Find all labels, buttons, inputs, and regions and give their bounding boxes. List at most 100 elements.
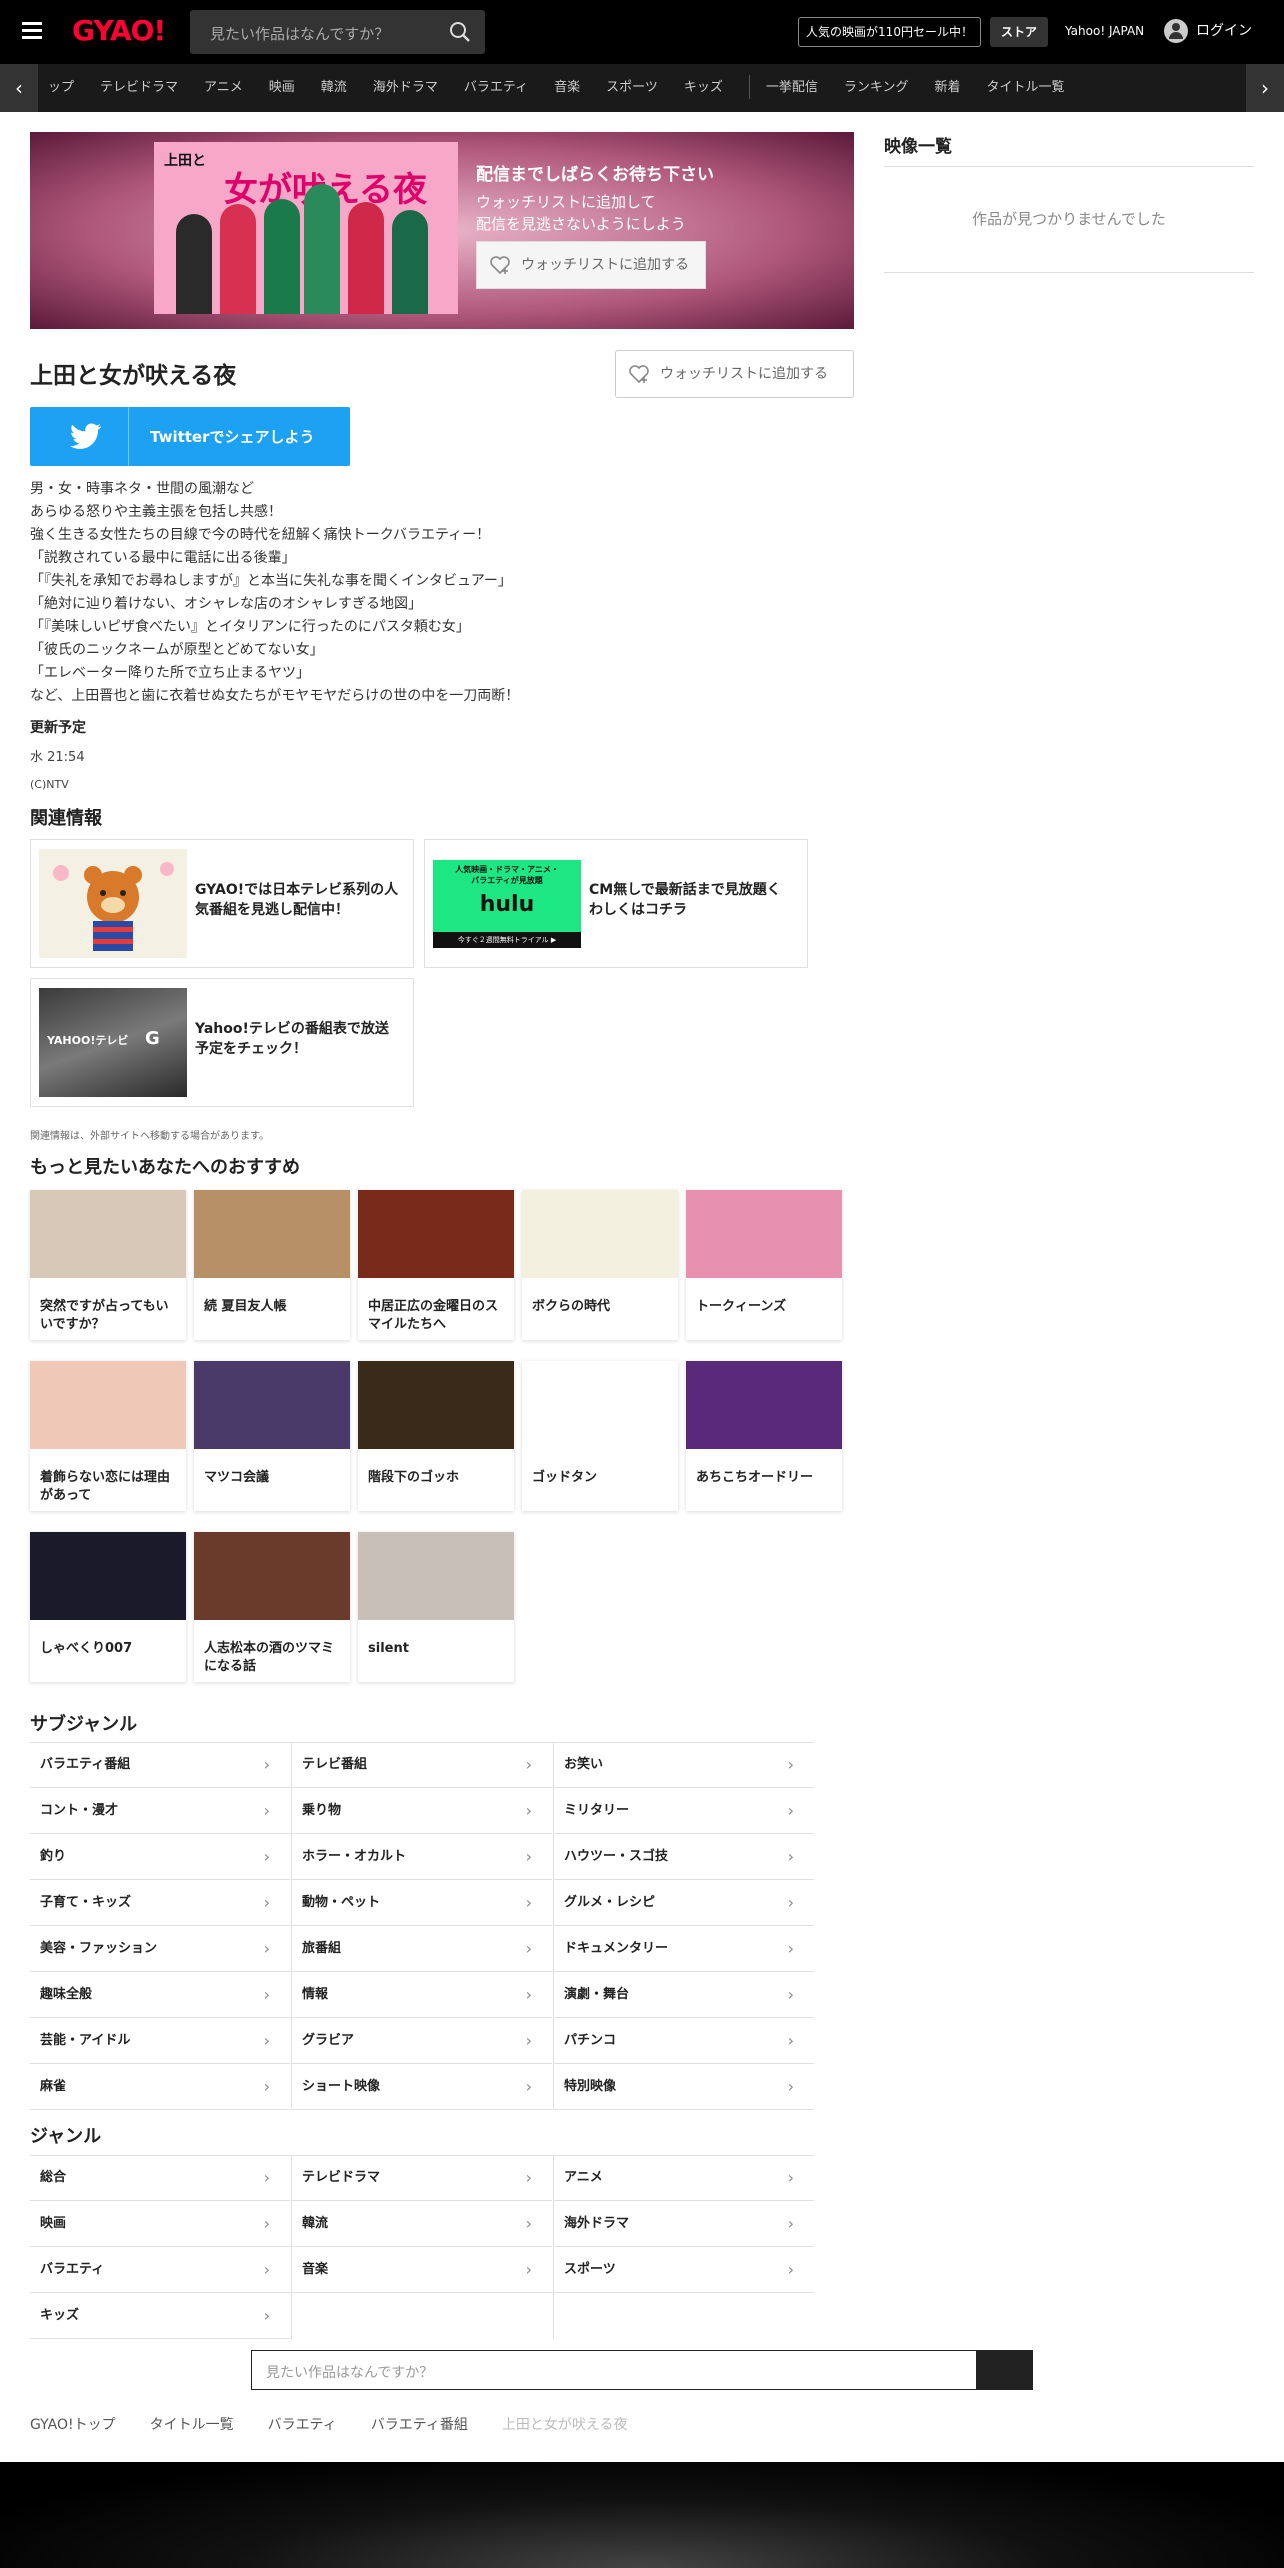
nav-item[interactable]: 海外ドラマ	[373, 64, 438, 112]
nav-item[interactable]: 新着	[934, 64, 960, 112]
twitter-share-button[interactable]: Twitterでシェアしよう	[30, 407, 350, 466]
genre-link[interactable]: 芸能・アイドル ›	[30, 2018, 290, 2064]
genre-link[interactable]: 海外ドラマ ›	[554, 2201, 814, 2247]
genre-link-label: スポーツ	[564, 2262, 616, 2277]
genre-link[interactable]: テレビドラマ ›	[292, 2155, 552, 2201]
nav-item[interactable]: バラエティ	[464, 64, 528, 112]
breadcrumb-item[interactable]: タイトル一覧	[150, 2417, 234, 2433]
header-search-input[interactable]: 見たい作品はなんですか？	[190, 10, 485, 54]
gyao-logo[interactable]: GYAO!	[72, 14, 166, 47]
recommend-item[interactable]: しゃべくり007	[30, 1532, 186, 1682]
nav-item[interactable]: 韓流	[321, 64, 347, 112]
nav-item[interactable]: 音楽	[554, 64, 580, 112]
genre-link[interactable]: キッズ ›	[30, 2293, 290, 2339]
hamburger-menu-icon[interactable]	[22, 22, 42, 40]
yahoo-japan-link[interactable]: Yahoo! JAPAN	[1065, 24, 1144, 38]
nav-item[interactable]: スポーツ	[606, 64, 658, 112]
genre-link[interactable]: 趣味全般 ›	[30, 1972, 290, 2018]
related-item-hulu[interactable]: 人気映画・ドラマ・アニメ・バラエティが見放題 hulu 今すぐ２週間無料トライア…	[424, 839, 808, 968]
recommend-item[interactable]: 人志松本の酒のツマミになる話	[194, 1532, 350, 1682]
genre-link[interactable]: ドキュメンタリー ›	[554, 1926, 814, 1972]
login-label: ログイン	[1196, 23, 1252, 39]
nav-item[interactable]: テレビドラマ	[100, 64, 178, 112]
genre-link[interactable]: ショート映像 ›	[292, 2064, 552, 2110]
recommend-title: ゴッドタン	[532, 1470, 598, 1485]
hero-watchlist-button[interactable]: ウォッチリストに追加する	[476, 241, 706, 289]
login-button[interactable]: ログイン	[1164, 18, 1252, 44]
recommend-item[interactable]: silent	[358, 1532, 514, 1682]
genre-link[interactable]: パチンコ ›	[554, 2018, 814, 2064]
bottom-search-input[interactable]: 見たい作品はなんですか？	[251, 2350, 1033, 2390]
description-line: など、上田晋也と歯に衣着せぬ女たちがモヤモヤだらけの世の中を一刀両断！	[30, 688, 520, 704]
chevron-right-icon: ›	[525, 1755, 532, 1774]
recommend-item[interactable]: 続 夏目友人帳	[194, 1190, 350, 1340]
nav-item[interactable]: 一挙配信	[766, 64, 818, 112]
genre-link[interactable]: 総合 ›	[30, 2155, 290, 2201]
genre-link[interactable]: 乗り物 ›	[292, 1788, 552, 1834]
genre-link[interactable]: バラエティ番組 ›	[30, 1742, 290, 1788]
nav-scroll-right-icon[interactable]: ›	[1246, 64, 1284, 112]
twitter-share-label: Twitterでシェアしよう	[150, 428, 315, 446]
nav-scroll-left-icon[interactable]: ‹	[0, 64, 38, 112]
genre-link[interactable]: 釣り ›	[30, 1834, 290, 1880]
breadcrumb-item[interactable]: バラエティ番組	[371, 2417, 468, 2433]
genre-link[interactable]: 麻雀 ›	[30, 2064, 290, 2110]
description-line: 「絶対に辿り着けない、オシャレな店のオシャレすぎる地図」	[30, 596, 422, 612]
genre-link[interactable]: スポーツ ›	[554, 2247, 814, 2293]
recommend-item[interactable]: あちこちオードリー	[686, 1361, 842, 1511]
recommend-item[interactable]: 階段下のゴッホ	[358, 1361, 514, 1511]
breadcrumb-item[interactable]: GYAO!トップ	[30, 2417, 116, 2433]
recommend-item[interactable]: 突然ですが占ってもいいですか？	[30, 1190, 186, 1340]
recommend-item[interactable]: 中居正広の金曜日のスマイルたちへ	[358, 1190, 514, 1340]
chevron-right-icon: ›	[525, 2077, 532, 2096]
search-icon[interactable]	[449, 21, 471, 43]
breadcrumb-item[interactable]: バラエティ	[268, 2417, 337, 2433]
gguide-logo: G	[145, 1028, 160, 1049]
copyright: (C)NTV	[30, 778, 69, 791]
genre-link[interactable]: 旅番組 ›	[292, 1926, 552, 1972]
genre-link[interactable]: 演劇・舞台 ›	[554, 1972, 814, 2018]
nav-item[interactable]: 映画	[269, 64, 295, 112]
related-item-yahoo-tv[interactable]: YAHOO!テレビ G Yahoo!テレビの番組表で放送予定をチェック！	[30, 978, 414, 1107]
recommend-item[interactable]: ゴッドタン	[522, 1361, 678, 1511]
genre-link[interactable]: お笑い ›	[554, 1742, 814, 1788]
chevron-right-icon: ›	[263, 2306, 270, 2325]
chevron-right-icon: ›	[263, 2260, 270, 2279]
genre-link[interactable]: ハウツー・スゴ技 ›	[554, 1834, 814, 1880]
chevron-right-icon: ›	[787, 1801, 794, 1820]
genre-link[interactable]: ホラー・オカルト ›	[292, 1834, 552, 1880]
recommend-item[interactable]: トークィーンズ	[686, 1190, 842, 1340]
genre-link[interactable]: 特別映像 ›	[554, 2064, 814, 2110]
sale-link[interactable]: 人気の映画が110円セール中！	[798, 17, 981, 47]
genre-link[interactable]: ミリタリー ›	[554, 1788, 814, 1834]
recommend-item[interactable]: 着飾らない恋には理由があって	[30, 1361, 186, 1511]
bottom-search-button[interactable]	[976, 2351, 1032, 2389]
genre-link[interactable]: 美容・ファッション ›	[30, 1926, 290, 1972]
nav-item[interactable]: タイトル一覧	[987, 64, 1065, 112]
genre-link[interactable]: 動物・ペット ›	[292, 1880, 552, 1926]
store-button[interactable]: ストア	[990, 17, 1048, 47]
hulu-trial-banner: 今すぐ２週間無料トライアル ▶	[433, 932, 581, 948]
recommend-thumbnail	[194, 1532, 350, 1620]
genre-link[interactable]: バラエティ ›	[30, 2247, 290, 2293]
nav-item[interactable]: ップ	[48, 64, 74, 112]
related-item-gyao[interactable]: GYAO!では日本テレビ系列の人気番組を見逃し配信中！	[30, 839, 414, 968]
watchlist-button[interactable]: ウォッチリストに追加する	[615, 350, 854, 398]
recommend-item[interactable]: ボクらの時代	[522, 1190, 678, 1340]
chevron-right-icon: ›	[787, 2260, 794, 2279]
related-hulu-text: CM無しで最新話まで見放題くわしくはコチラ	[589, 882, 781, 918]
genre-link[interactable]: テレビ番組 ›	[292, 1742, 552, 1788]
genre-link[interactable]: 子育て・キッズ ›	[30, 1880, 290, 1926]
genre-link[interactable]: コント・漫才 ›	[30, 1788, 290, 1834]
genre-link[interactable]: アニメ ›	[554, 2155, 814, 2201]
genre-link[interactable]: 情報 ›	[292, 1972, 552, 2018]
recommend-item[interactable]: マツコ会議	[194, 1361, 350, 1511]
genre-link[interactable]: グラビア ›	[292, 2018, 552, 2064]
nav-item[interactable]: アニメ	[204, 64, 243, 112]
nav-item[interactable]: ランキング	[844, 64, 909, 112]
genre-link[interactable]: グルメ・レシピ ›	[554, 1880, 814, 1926]
genre-link[interactable]: 映画 ›	[30, 2201, 290, 2247]
genre-link[interactable]: 音楽 ›	[292, 2247, 552, 2293]
nav-item[interactable]: キッズ	[684, 64, 723, 112]
genre-link[interactable]: 韓流 ›	[292, 2201, 552, 2247]
